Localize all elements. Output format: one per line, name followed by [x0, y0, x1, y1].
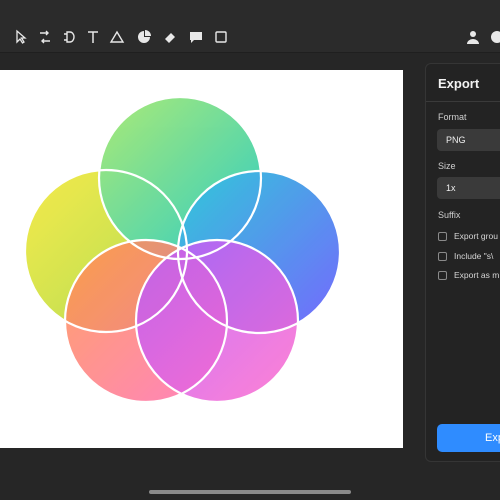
user-icon[interactable]	[465, 29, 481, 45]
text-tool-icon[interactable]	[85, 29, 101, 45]
option-label: Include "s\	[454, 251, 494, 261]
format-select[interactable]: PNG	[437, 129, 500, 151]
option-label: Export as m	[454, 270, 500, 280]
suffix-label: Suffix	[438, 210, 461, 220]
size-label: Size	[438, 161, 456, 171]
include-suffix-option[interactable]: Include "s\	[438, 250, 493, 262]
export-button[interactable]: Exp	[437, 424, 500, 452]
eraser-icon[interactable]	[162, 29, 178, 45]
export-panel: Export Format PNG Size 1x Suffix Export …	[425, 63, 500, 462]
venn-flower-artwork[interactable]	[0, 70, 403, 448]
pie-chart-icon[interactable]	[136, 29, 152, 45]
frame-tool-icon[interactable]	[61, 29, 77, 45]
export-as-option[interactable]: Export as m	[438, 269, 499, 281]
checkbox[interactable]	[438, 231, 447, 241]
top-toolbar	[0, 0, 500, 53]
select-arrow-icon[interactable]	[13, 29, 29, 45]
format-value: PNG	[446, 135, 466, 145]
triangle-tool-icon[interactable]	[109, 29, 125, 45]
checkbox[interactable]	[438, 251, 447, 261]
home-indicator[interactable]	[149, 490, 351, 494]
size-select[interactable]: 1x	[437, 177, 500, 199]
panel-title: Export	[438, 76, 480, 91]
artboard[interactable]	[0, 70, 403, 448]
option-label: Export grou	[454, 231, 498, 241]
comment-icon[interactable]	[188, 29, 204, 45]
size-value: 1x	[446, 183, 456, 193]
path-tool-icon[interactable]	[37, 29, 53, 45]
format-label: Format	[438, 112, 467, 122]
share-icon[interactable]	[489, 29, 500, 45]
panel-divider	[426, 101, 500, 102]
export-group-option[interactable]: Export grou	[438, 230, 498, 242]
rectangle-icon[interactable]	[213, 29, 229, 45]
checkbox[interactable]	[438, 270, 447, 280]
